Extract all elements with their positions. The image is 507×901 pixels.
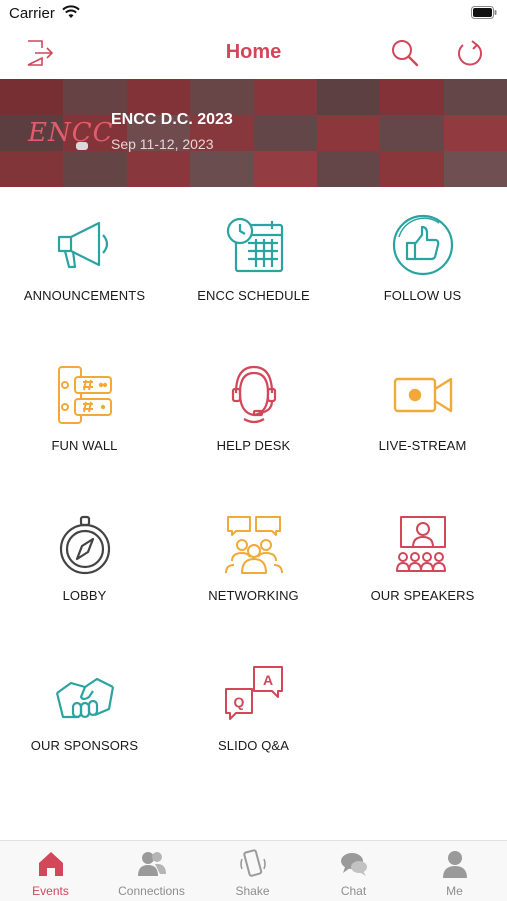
announcements-button[interactable]: ANNOUNCEMENTS — [0, 205, 169, 335]
presentation-audience-icon — [391, 513, 455, 577]
home-icon — [38, 852, 63, 876]
refresh-icon[interactable] — [455, 38, 485, 68]
live-stream-button[interactable]: LIVE-STREAM — [338, 355, 507, 485]
tab-events[interactable]: Events — [0, 841, 101, 901]
search-icon[interactable] — [390, 38, 420, 68]
svg-text:A: A — [262, 672, 272, 688]
wifi-icon — [62, 5, 80, 18]
nav-bar: Home — [0, 30, 507, 78]
qa-bubbles-icon: Q A — [222, 663, 286, 727]
users-icon — [137, 852, 166, 876]
status-bar: Carrier — [0, 0, 507, 30]
encc-schedule-button[interactable]: ENCC SCHEDULE — [169, 205, 338, 335]
event-logo: ENCC — [28, 118, 114, 148]
phone-shake-icon — [239, 849, 266, 877]
chat-icon — [340, 853, 367, 876]
thumbs-up-icon — [391, 213, 455, 277]
tab-chat[interactable]: Chat — [303, 841, 404, 901]
battery-icon — [471, 6, 497, 19]
our-sponsors-button[interactable]: OUR SPONSORS — [0, 655, 169, 785]
hashtag-chat-icon — [53, 363, 117, 427]
megaphone-icon — [53, 213, 117, 277]
event-banner[interactable]: ENCC ENCC D.C. 2023 Sep 11-12, 2023 — [0, 79, 507, 187]
networking-button[interactable]: NETWORKING — [169, 505, 338, 635]
our-speakers-button[interactable]: OUR SPEAKERS — [338, 505, 507, 635]
headset-agent-icon — [222, 363, 286, 427]
tab-shake[interactable]: Shake — [202, 841, 303, 901]
handshake-icon — [53, 663, 117, 727]
carrier-label: Carrier — [9, 5, 55, 22]
people-chat-icon — [222, 513, 286, 577]
compass-icon — [53, 513, 117, 577]
tab-me[interactable]: Me — [404, 841, 505, 901]
video-camera-icon — [391, 363, 455, 427]
tab-connections[interactable]: Connections — [101, 841, 202, 901]
lobby-button[interactable]: LOBBY — [0, 505, 169, 635]
help-desk-button[interactable]: HELP DESK — [169, 355, 338, 485]
slido-qa-button[interactable]: Q A SLIDO Q&A — [169, 655, 338, 785]
svg-text:Q: Q — [233, 694, 244, 710]
event-date: Sep 11-12, 2023 — [111, 136, 214, 152]
fun-wall-button[interactable]: FUN WALL — [0, 355, 169, 485]
calendar-clock-icon — [222, 213, 286, 277]
follow-us-button[interactable]: FOLLOW US — [338, 205, 507, 335]
logo-badge — [76, 142, 88, 150]
event-title: ENCC D.C. 2023 — [111, 111, 233, 128]
page-title: Home — [225, 41, 282, 63]
tab-bar: Events Connections Shake Chat Me — [0, 840, 507, 901]
person-icon — [442, 851, 467, 878]
